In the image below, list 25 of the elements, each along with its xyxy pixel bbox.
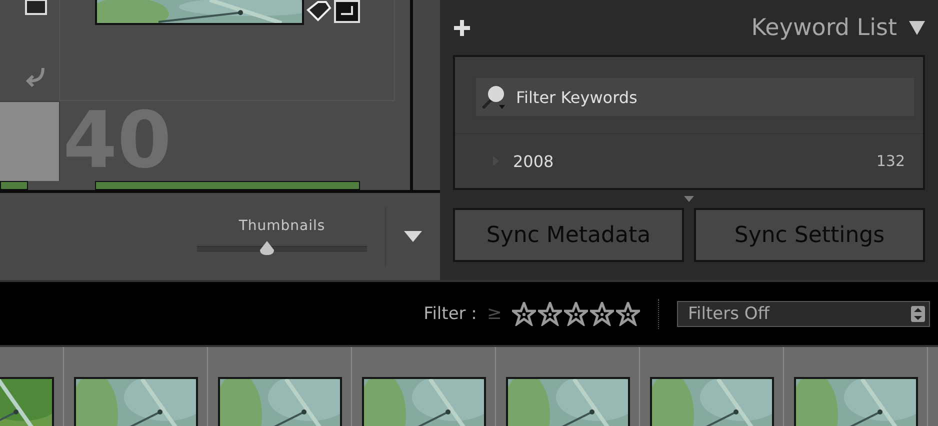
search-icon[interactable]	[481, 84, 507, 110]
operator-symbol[interactable]: ≥	[486, 303, 502, 324]
sync-button[interactable]: Sync Settings	[694, 208, 925, 262]
rating-filter[interactable]	[512, 302, 640, 326]
panel-title: Keyword List	[751, 14, 897, 40]
spinner-arrows-icon	[911, 306, 925, 322]
star-icon[interactable]	[616, 302, 640, 326]
slider-label: Thumbnails	[238, 218, 326, 234]
keyword-name[interactable]: 2008	[513, 152, 554, 170]
plus-icon[interactable]	[453, 18, 471, 36]
star-icon[interactable]	[512, 302, 536, 326]
badge-icon	[25, 0, 47, 16]
star-icon[interactable]	[564, 302, 588, 326]
collapse-triangle-icon[interactable]	[909, 20, 925, 36]
expand-triangle-icon[interactable]	[684, 196, 694, 202]
filter-keywords-field[interactable]: Filter Keywords	[475, 77, 915, 117]
sync-button[interactable]: Sync Metadata	[453, 208, 684, 262]
metadata-badge-icon	[304, 0, 362, 25]
star-icon[interactable]	[538, 302, 562, 326]
keyword-count: 132	[876, 152, 905, 170]
slider-thumb[interactable]	[258, 240, 275, 254]
dropdown-triangle-icon[interactable]	[404, 230, 422, 242]
star-icon[interactable]	[590, 302, 614, 326]
filter-label: Filter :	[424, 304, 477, 324]
filter-preset-dropdown[interactable]: Filters Off	[677, 300, 930, 326]
